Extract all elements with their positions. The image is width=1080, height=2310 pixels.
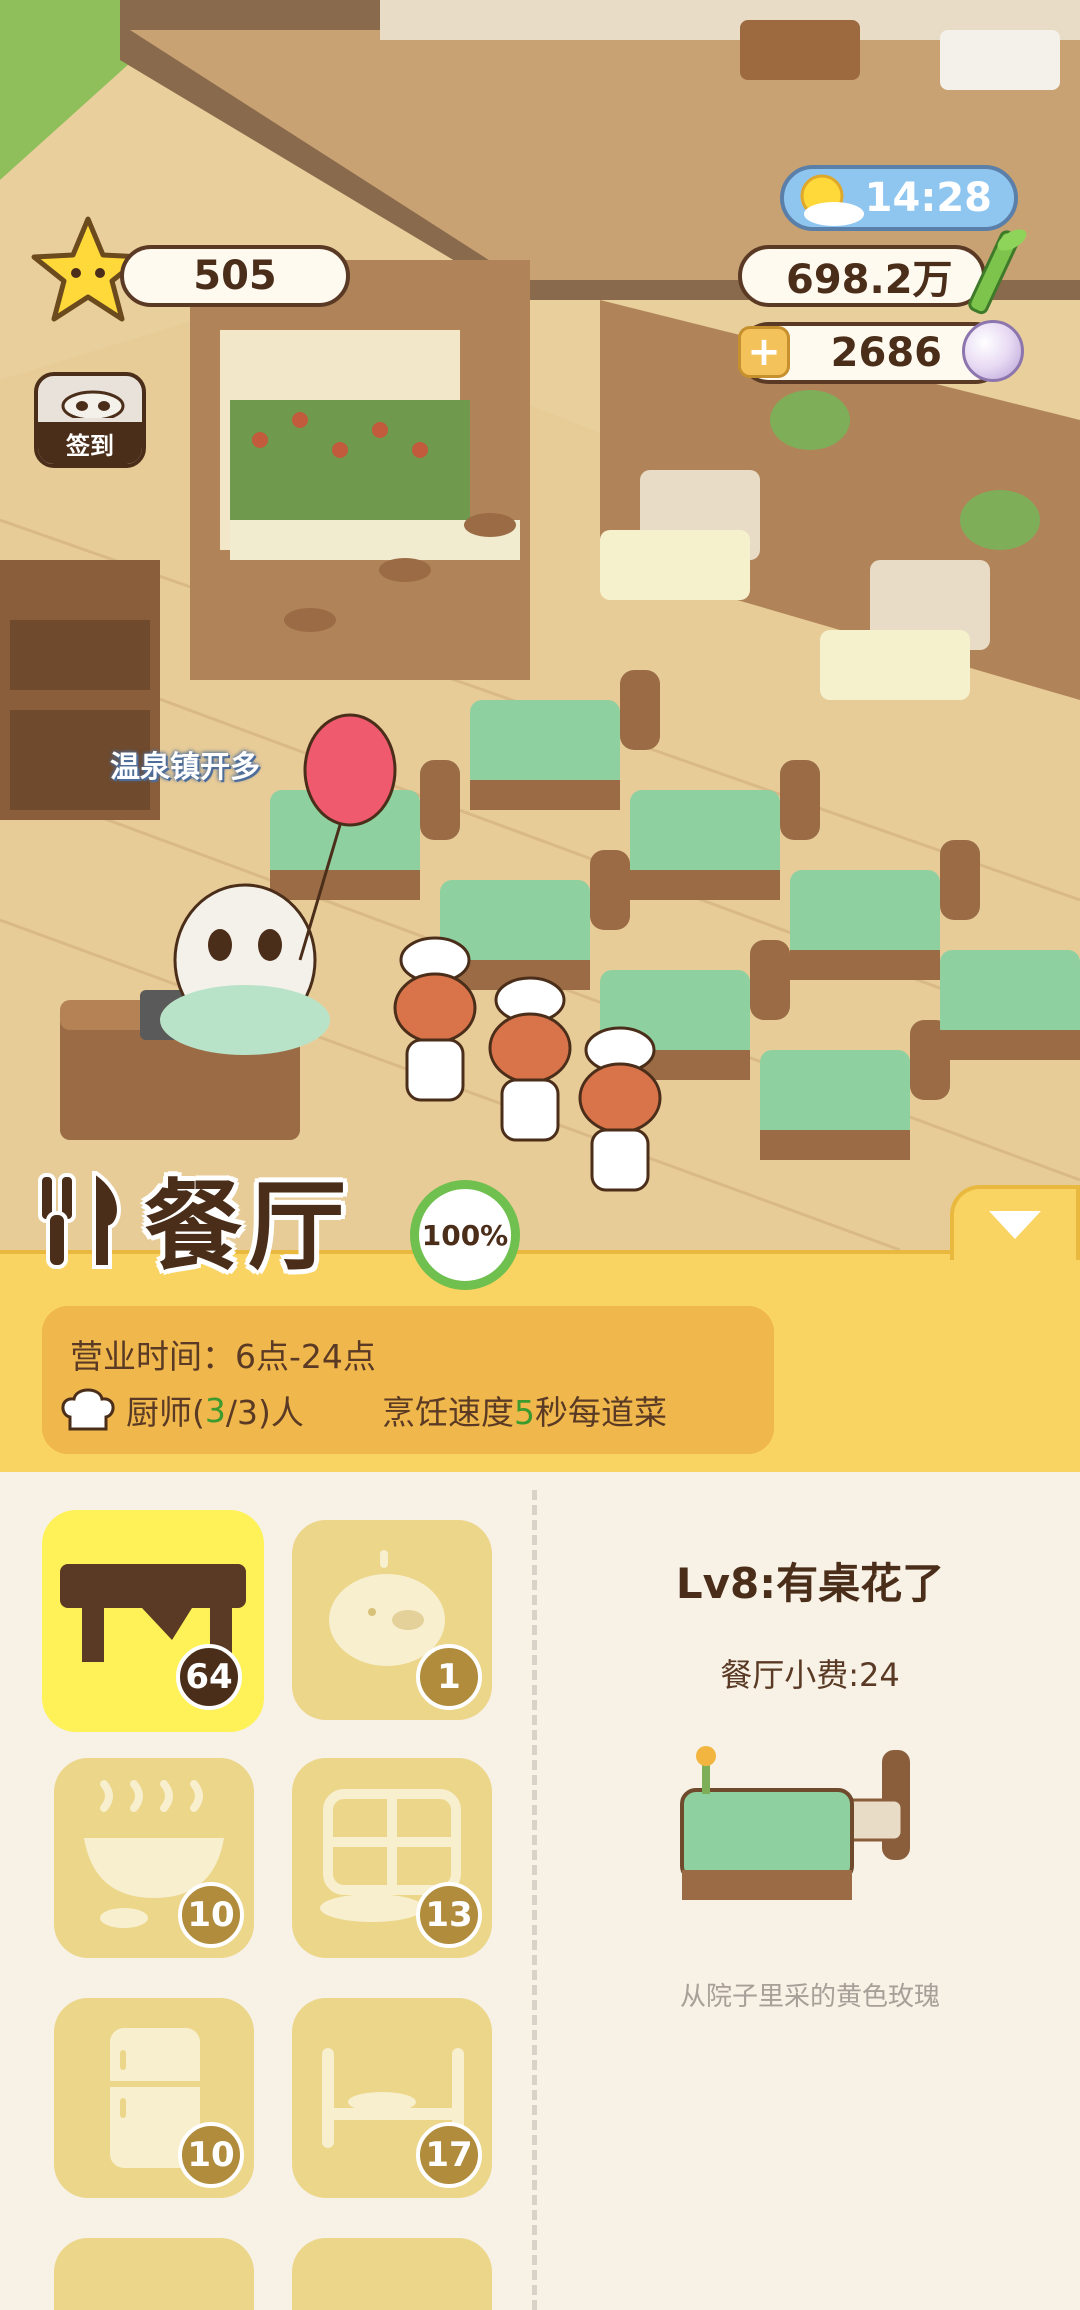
hours-label: 营业时间：: [70, 1337, 235, 1376]
business-hours: 营业时间：6点-24点: [70, 1330, 376, 1378]
category-piggy-bank[interactable]: 1: [292, 1520, 492, 1720]
shelf-count: 13: [416, 1882, 482, 1948]
item-title: Lv8:有桌花了: [675, 1559, 945, 1608]
category-stove[interactable]: 10: [54, 1758, 254, 1958]
divider: [532, 1490, 537, 2310]
chef-count: 厨师(3/3)人: [60, 1386, 304, 1434]
signin-button[interactable]: 签到: [34, 372, 146, 468]
fridge-count: 10: [178, 2122, 244, 2188]
star-counter: 505: [120, 245, 350, 307]
panda-face-icon: [61, 390, 125, 418]
fork-knife-icon: [38, 1171, 121, 1269]
category-fridge[interactable]: 10: [54, 1998, 254, 2198]
chef-label: 厨师(: [126, 1393, 205, 1432]
category-more-2[interactable]: [292, 2238, 492, 2310]
cooking-speed: 烹饪速度5秒每道菜: [382, 1386, 667, 1434]
chef-current: 3: [204, 1390, 226, 1430]
table-count: 64: [176, 1644, 242, 1710]
add-pearls-button[interactable]: +: [738, 326, 790, 378]
speed-unit: 秒每道菜: [535, 1393, 667, 1432]
table-with-flower-image: [680, 1746, 910, 1900]
category-shelf[interactable]: 13: [292, 1758, 492, 1958]
speed-value: 5: [514, 1393, 535, 1432]
hours-value: 6点-24点: [235, 1337, 376, 1376]
restaurant-title: 餐厅: [30, 1158, 352, 1284]
counter-count: 17: [416, 2122, 482, 2188]
sun-cloud-icon: [800, 174, 864, 226]
collapse-panel-button[interactable]: [950, 1185, 1080, 1260]
chef-rest: /3)人: [225, 1393, 304, 1432]
category-more-1[interactable]: [54, 2238, 254, 2310]
stove-count: 10: [178, 1882, 244, 1948]
item-tip: 餐厅小费:24: [720, 1656, 900, 1694]
town-sign-text[interactable]: 温泉镇开多: [110, 742, 260, 786]
money-counter: 698.2万: [738, 245, 986, 307]
restaurant-name: 餐厅: [144, 1170, 353, 1284]
completion-badge: 100%: [410, 1180, 520, 1290]
category-counter[interactable]: 17: [292, 1998, 492, 2198]
chef-hat-icon: [61, 1388, 115, 1431]
restaurant-stats: 营业时间：6点-24点 厨师(3/3)人 烹饪速度5秒每道菜: [42, 1306, 774, 1454]
piggy-bank-count: 1: [416, 1644, 482, 1710]
chevron-down-icon: [989, 1210, 1041, 1239]
category-tables[interactable]: 64: [42, 1510, 264, 1732]
speed-label: 烹饪速度: [382, 1393, 514, 1432]
bamboo-icon: [968, 229, 1027, 315]
pearl-icon: [962, 320, 1024, 382]
item-description: 从院子里采的黄色玫瑰: [679, 1982, 940, 2012]
signin-label: 签到: [38, 422, 142, 464]
